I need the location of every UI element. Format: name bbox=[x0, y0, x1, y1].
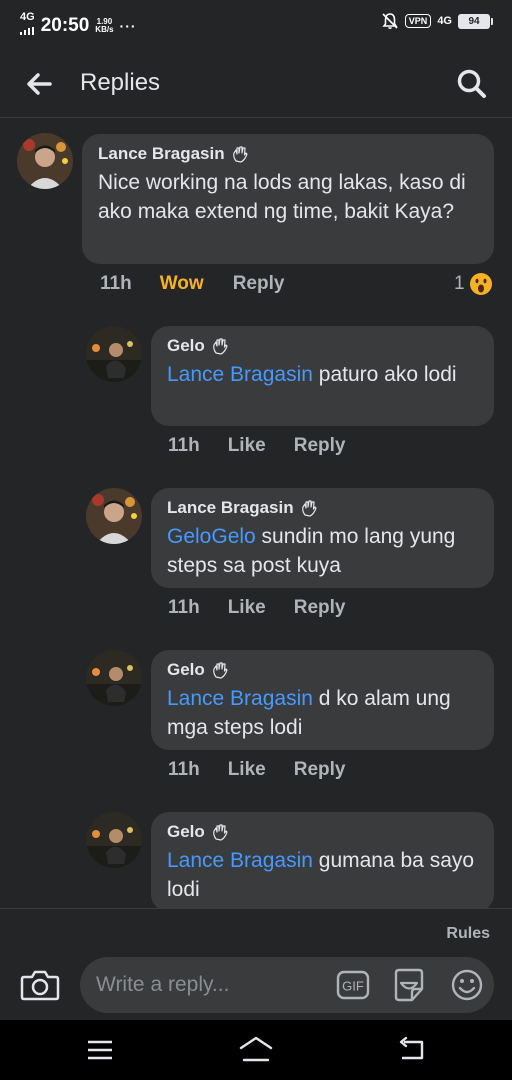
wow-emoji-icon bbox=[469, 273, 492, 295]
like-button[interactable]: Like bbox=[228, 759, 266, 781]
menu-icon bbox=[88, 1040, 112, 1060]
reply-button[interactable]: Reply bbox=[294, 435, 346, 457]
network-type-right: 4G bbox=[437, 15, 452, 27]
reply-composer: Rules GIF bbox=[0, 908, 512, 1020]
back-button[interactable] bbox=[22, 66, 58, 102]
system-nav-bar bbox=[0, 1020, 512, 1080]
mention-link[interactable]: Lance Bragasin bbox=[167, 687, 313, 710]
avatar[interactable] bbox=[86, 326, 142, 382]
reply-button[interactable]: Reply bbox=[233, 273, 285, 295]
comment-actions: 11h Wow Reply bbox=[100, 273, 284, 295]
reply-input[interactable] bbox=[96, 971, 326, 999]
search-icon bbox=[457, 69, 486, 98]
back-arrow-icon bbox=[27, 73, 52, 95]
reply-actions: 11h Like Reply bbox=[168, 759, 345, 781]
reply-author[interactable]: Gelo bbox=[167, 822, 478, 842]
reply-bubble: Gelo Lance Bragasin d ko alam ung mga st… bbox=[151, 650, 494, 750]
reply-time: 11h bbox=[168, 597, 200, 618]
reply-time: 11h bbox=[168, 759, 200, 780]
vpn-badge: VPN bbox=[404, 14, 432, 28]
rules-link[interactable]: Rules bbox=[446, 925, 490, 943]
reply-text: GeloGelo sundin mo lang yung steps sa po… bbox=[167, 525, 456, 577]
reply-actions: 11h Like Reply bbox=[168, 435, 345, 457]
back-icon bbox=[399, 1036, 424, 1060]
page-title: Replies bbox=[80, 69, 161, 96]
status-bar: 4G 20:50 1.90 KB/s ··· VPN 4G 94 bbox=[0, 0, 512, 44]
reply-time: 11h bbox=[168, 435, 200, 456]
reply-actions: 11h Like Reply bbox=[168, 597, 345, 619]
like-button[interactable]: Like bbox=[228, 435, 266, 457]
gif-label: GIF bbox=[342, 979, 364, 994]
signal-icon: 4G bbox=[20, 12, 35, 40]
sticker-button[interactable] bbox=[392, 967, 426, 1003]
reply-box: GIF bbox=[80, 957, 494, 1013]
waving-hand-icon bbox=[212, 662, 228, 679]
reply-text: Lance Bragasin paturo ako lodi bbox=[167, 363, 457, 386]
mute-bell-icon bbox=[382, 13, 398, 29]
reply-text: Lance Bragasin gumana ba sayo lodi bbox=[167, 849, 475, 901]
camera-icon bbox=[20, 970, 60, 1001]
header: Replies bbox=[0, 44, 512, 118]
emoji-icon bbox=[451, 969, 483, 1001]
mention-link[interactable]: Lance Bragasin bbox=[167, 363, 313, 386]
avatar[interactable] bbox=[86, 650, 142, 706]
waving-hand-icon bbox=[232, 146, 248, 163]
sticker-icon bbox=[394, 968, 424, 1002]
avatar[interactable] bbox=[17, 133, 73, 189]
waving-hand-icon bbox=[212, 338, 228, 355]
network-speed: 1.90 KB/s bbox=[95, 17, 114, 34]
recent-apps-button[interactable] bbox=[86, 1038, 114, 1062]
reply-author[interactable]: Gelo bbox=[167, 660, 478, 680]
mention-link[interactable]: GeloGelo bbox=[167, 525, 256, 548]
camera-button[interactable] bbox=[20, 967, 60, 1003]
avatar[interactable] bbox=[86, 488, 142, 544]
mention-link[interactable]: Lance Bragasin bbox=[167, 849, 313, 872]
like-button[interactable]: Like bbox=[228, 597, 266, 619]
home-icon bbox=[239, 1036, 273, 1062]
comment-bubble: Lance Bragasin Nice working na lods ang … bbox=[82, 134, 494, 264]
reply-bubble: Gelo Lance Bragasin paturo ako lodi bbox=[151, 326, 494, 426]
reply-bubble: Gelo Lance Bragasin gumana ba sayo lodi bbox=[151, 812, 494, 912]
waving-hand-icon bbox=[212, 824, 228, 841]
network-type: 4G bbox=[20, 11, 35, 23]
comment-author[interactable]: Lance Bragasin bbox=[98, 144, 478, 164]
reply-text: Lance Bragasin d ko alam ung mga steps l… bbox=[167, 687, 451, 739]
home-button[interactable] bbox=[238, 1034, 274, 1066]
waving-hand-icon bbox=[301, 500, 317, 517]
battery-icon: 94 bbox=[458, 13, 493, 29]
more-notifications-icon: ··· bbox=[119, 18, 137, 34]
reply-author[interactable]: Gelo bbox=[167, 336, 478, 356]
reply-button[interactable]: Reply bbox=[294, 759, 346, 781]
reaction-count: 1 bbox=[454, 273, 465, 294]
avatar[interactable] bbox=[86, 812, 142, 868]
gif-button[interactable]: GIF bbox=[336, 969, 370, 1001]
emoji-button[interactable] bbox=[450, 967, 484, 1003]
search-button[interactable] bbox=[454, 66, 490, 102]
reply-bubble: Lance Bragasin GeloGelo sundin mo lang y… bbox=[151, 488, 494, 588]
wow-reaction-button[interactable]: Wow bbox=[160, 273, 204, 295]
comment-time: 11h bbox=[100, 273, 132, 294]
system-back-button[interactable] bbox=[396, 1036, 428, 1064]
reply-button[interactable]: Reply bbox=[294, 597, 346, 619]
reply-author[interactable]: Lance Bragasin bbox=[167, 498, 478, 518]
reaction-summary[interactable]: 1 bbox=[454, 272, 493, 296]
comment-text: Nice working na lods ang lakas, kaso di … bbox=[98, 171, 466, 223]
clock: 20:50 bbox=[40, 15, 90, 36]
gif-icon: GIF bbox=[336, 970, 370, 1000]
